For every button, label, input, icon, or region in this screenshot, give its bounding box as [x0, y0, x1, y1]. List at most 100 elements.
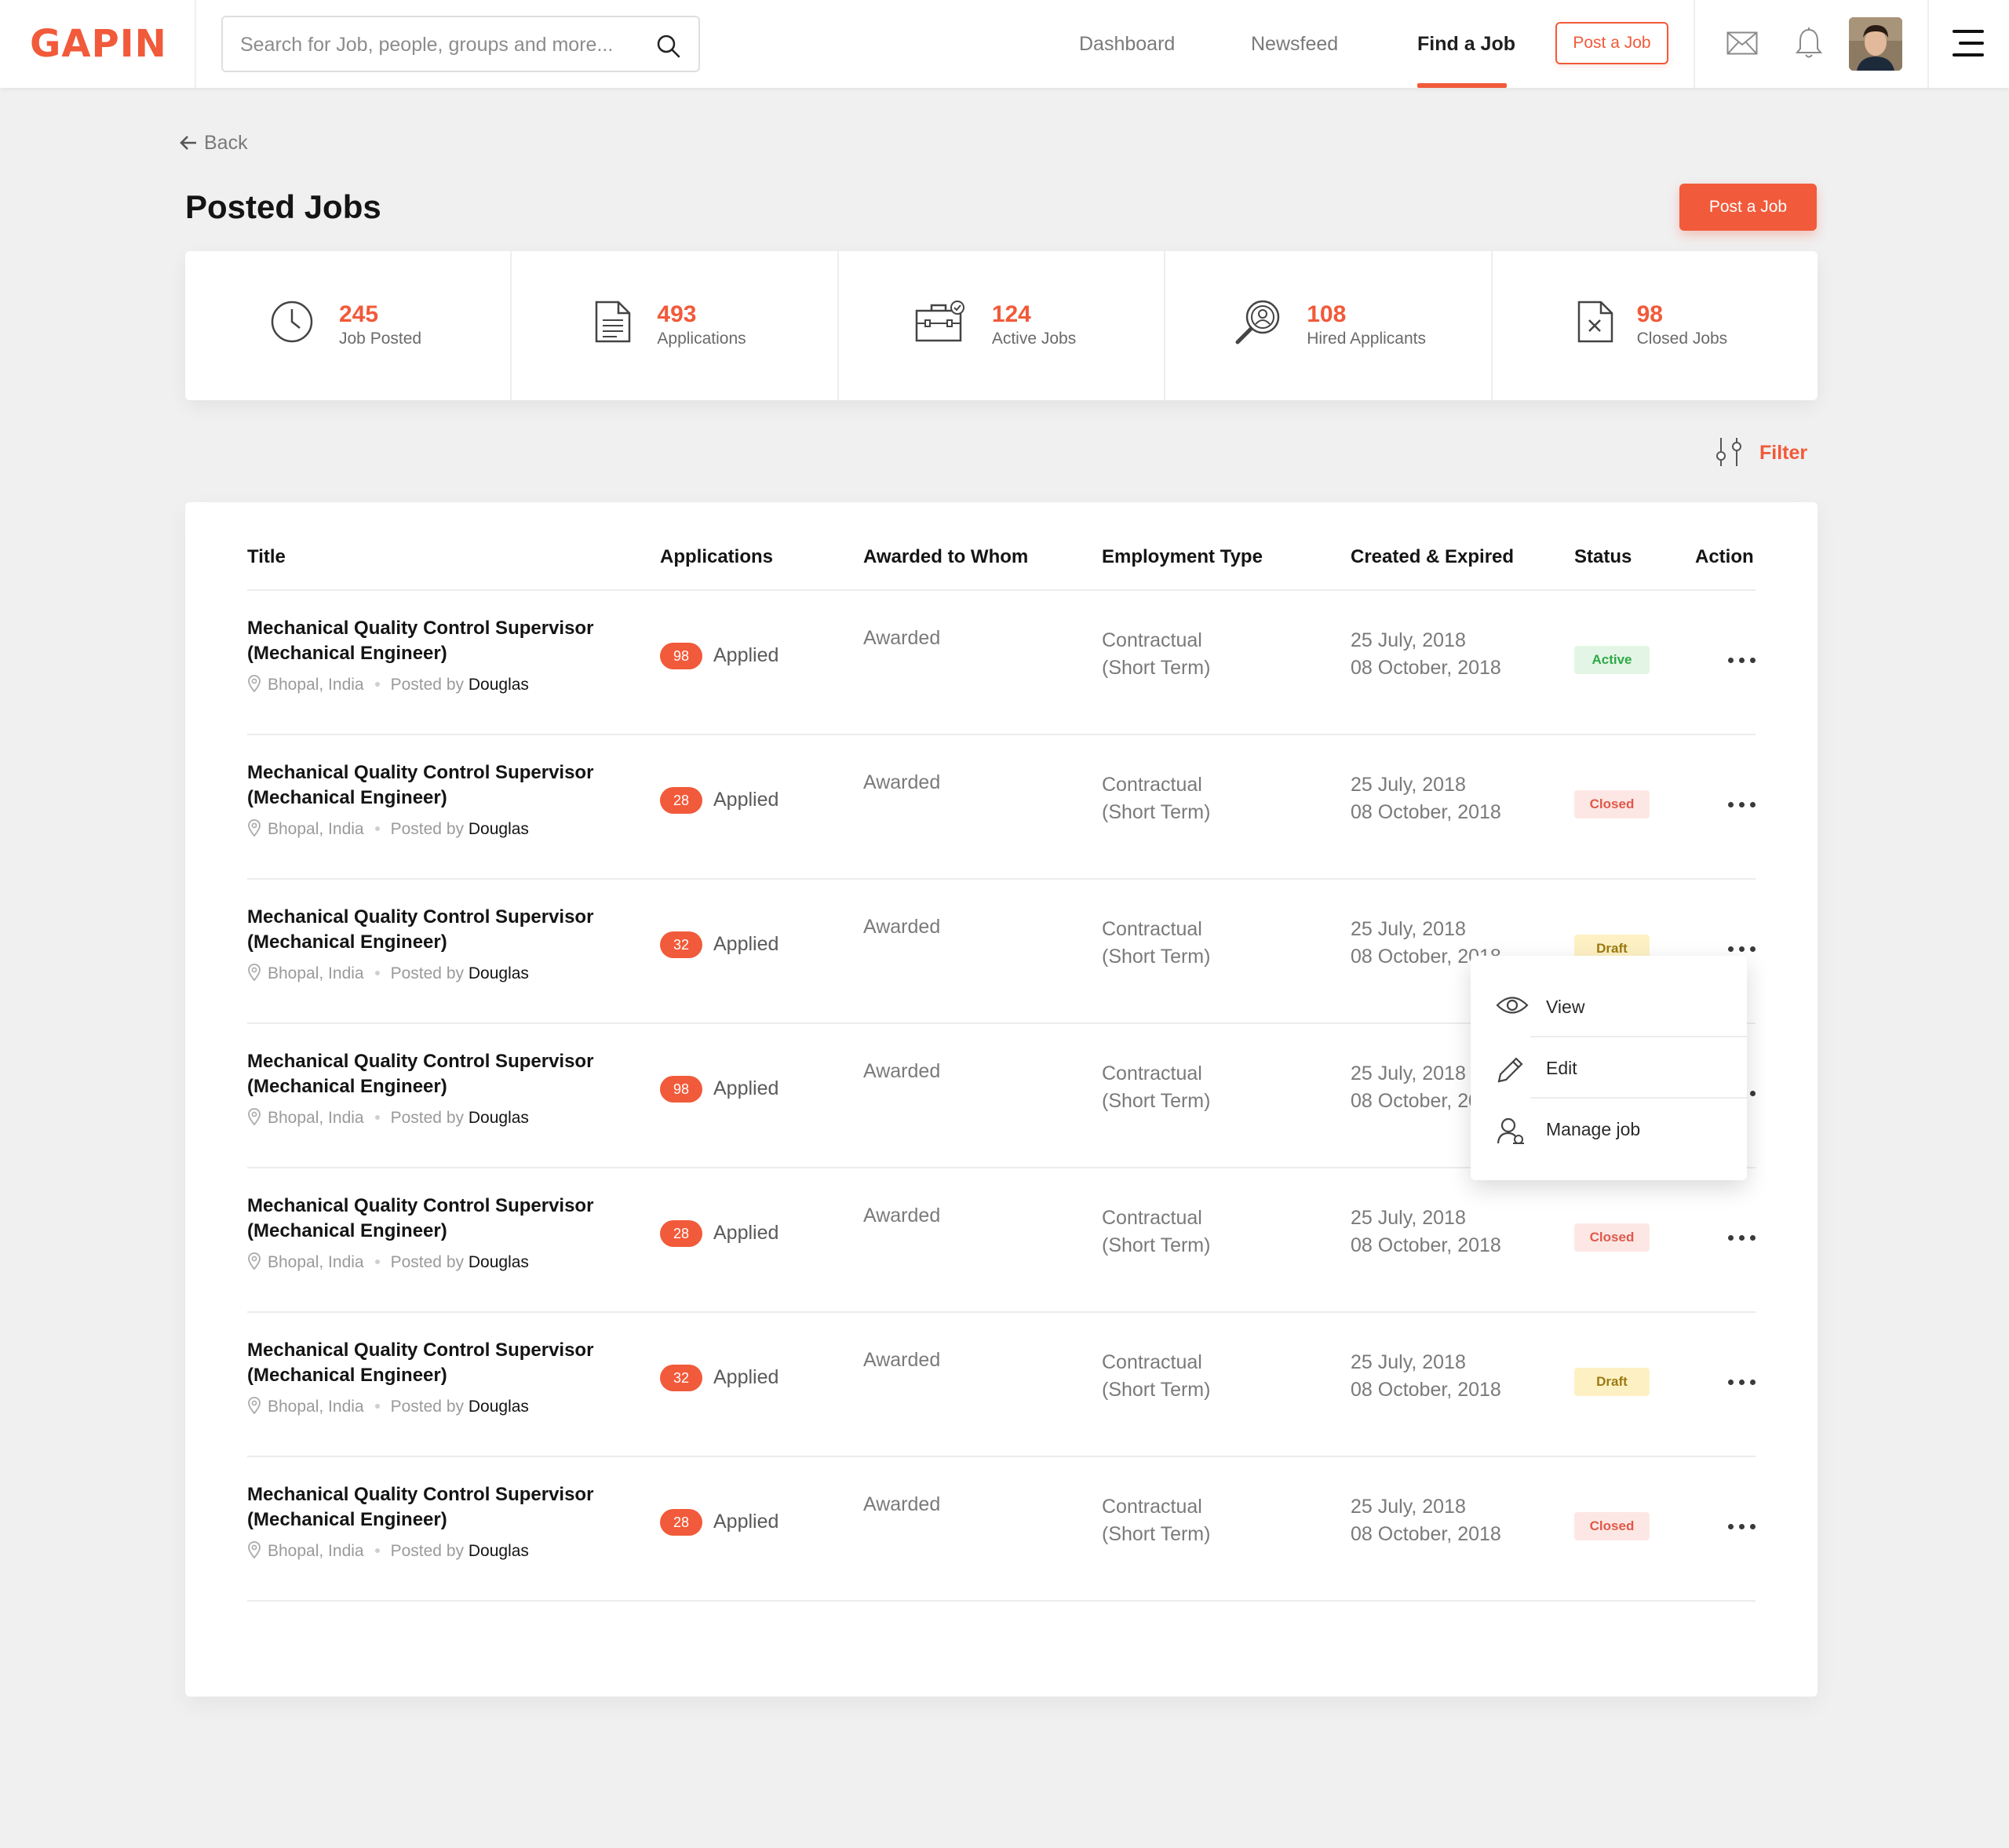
column-header-employment-type: Employment Type: [1102, 546, 1263, 567]
meta-separator: [374, 1548, 380, 1553]
employment-type-line2: (Short Term): [1102, 1234, 1211, 1256]
job-location: Bhopal, India: [268, 820, 364, 838]
avatar-image: [1849, 17, 1902, 71]
table-row[interactable]: Mechanical Quality Control Supervisor (M…: [185, 735, 1818, 880]
expired-date: 08 October, 2018: [1351, 1234, 1501, 1256]
meta-separator: [374, 1259, 380, 1264]
awarded-label: Awarded: [863, 627, 941, 649]
job-meta: Bhopal, India Posted by Douglas: [247, 963, 529, 983]
avatar[interactable]: [1849, 17, 1902, 71]
menu-item-manage-job[interactable]: Manage job: [1471, 1099, 1747, 1160]
poster-name[interactable]: Douglas: [469, 1109, 529, 1127]
employment-type-line1: Contractual: [1102, 1351, 1202, 1373]
stat-label: Applications: [657, 330, 746, 348]
header-divider: [195, 0, 196, 88]
job-title[interactable]: Mechanical Quality Control Supervisor (M…: [247, 760, 608, 811]
stat-label: Closed Jobs: [1636, 330, 1728, 348]
mail-icon[interactable]: [1726, 31, 1758, 55]
created-date: 25 July, 2018: [1351, 1351, 1466, 1373]
status-badge: Closed: [1574, 790, 1650, 818]
poster-name[interactable]: Douglas: [469, 676, 529, 694]
table-row[interactable]: Mechanical Quality Control Supervisor (M…: [185, 1457, 1818, 1602]
job-dates: 25 July, 2018 08 October, 2018: [1351, 1349, 1501, 1404]
search-icon[interactable]: [654, 32, 681, 59]
posted-by-label: Posted by: [390, 1253, 465, 1271]
employment-type-line1: Contractual: [1102, 629, 1202, 651]
header-post-job-button[interactable]: Post a Job: [1555, 22, 1668, 64]
stats-panel: 245 Job Posted 493 Applications 124 Acti…: [185, 251, 1818, 400]
location-pin-icon: [248, 964, 261, 982]
stat-value: 98: [1636, 301, 1663, 327]
job-meta: Bhopal, India Posted by Douglas: [247, 1107, 529, 1128]
poster-name[interactable]: Douglas: [469, 964, 529, 982]
row-divider: [247, 1600, 1756, 1602]
nav-newsfeed[interactable]: Newsfeed: [1251, 33, 1338, 56]
more-actions-icon[interactable]: [1725, 1222, 1759, 1253]
applied-label: Applied: [713, 1511, 779, 1533]
logo[interactable]: GAPIN: [30, 22, 167, 66]
nav-find-a-job[interactable]: Find a Job: [1417, 33, 1515, 56]
location-pin-icon: [248, 675, 261, 693]
job-title[interactable]: Mechanical Quality Control Supervisor (M…: [247, 1194, 608, 1244]
briefcase-icon: [915, 301, 964, 342]
poster-name[interactable]: Douglas: [469, 1542, 529, 1560]
stat-value: 245: [339, 301, 379, 327]
job-title[interactable]: Mechanical Quality Control Supervisor (M…: [247, 905, 608, 955]
applied-label: Applied: [713, 1077, 779, 1099]
post-job-button[interactable]: Post a Job: [1679, 184, 1817, 231]
bell-icon[interactable]: [1795, 27, 1823, 60]
applications-count-badge: 28: [660, 1220, 702, 1247]
job-title[interactable]: Mechanical Quality Control Supervisor (M…: [247, 1338, 608, 1388]
applications-count-badge: 32: [660, 931, 702, 958]
employment-type-line1: Contractual: [1102, 774, 1202, 796]
employment-type-line1: Contractual: [1102, 918, 1202, 940]
hamburger-menu-icon[interactable]: [1952, 28, 1984, 58]
job-title[interactable]: Mechanical Quality Control Supervisor (M…: [247, 1049, 608, 1099]
job-title[interactable]: Mechanical Quality Control Supervisor (M…: [247, 1482, 608, 1533]
job-location: Bhopal, India: [268, 676, 364, 694]
employment-type: Contractual (Short Term): [1102, 1060, 1210, 1115]
poster-name[interactable]: Douglas: [469, 1253, 529, 1271]
more-actions-icon[interactable]: [1725, 1366, 1759, 1398]
location-pin-icon: [248, 1252, 261, 1270]
job-meta: Bhopal, India Posted by Douglas: [247, 674, 529, 694]
back-link[interactable]: Back: [179, 132, 248, 155]
menu-item-label: Manage job: [1546, 1119, 1641, 1139]
eye-icon: [1496, 997, 1529, 1014]
nav-dashboard[interactable]: Dashboard: [1079, 33, 1175, 56]
posted-by-label: Posted by: [390, 964, 465, 982]
status-badge: Active: [1574, 646, 1650, 674]
created-date: 25 July, 2018: [1351, 1207, 1466, 1229]
meta-separator: [374, 682, 380, 687]
top-header: GAPIN Dashboard Newsfeed Find a Job Post…: [0, 0, 2009, 88]
back-label: Back: [204, 132, 248, 154]
employment-type-line2: (Short Term): [1102, 1090, 1211, 1112]
more-actions-icon[interactable]: [1725, 644, 1759, 676]
awarded-label: Awarded: [863, 1493, 941, 1515]
employment-type: Contractual (Short Term): [1102, 1205, 1210, 1259]
table-row[interactable]: Mechanical Quality Control Supervisor (M…: [185, 1313, 1818, 1457]
awarded-label: Awarded: [863, 1349, 941, 1371]
search-input[interactable]: [240, 31, 633, 58]
job-meta: Bhopal, India Posted by Douglas: [247, 818, 529, 839]
search-person-icon: [1235, 300, 1280, 344]
poster-name[interactable]: Douglas: [469, 1398, 529, 1416]
more-actions-icon[interactable]: [1725, 1511, 1759, 1542]
column-header-action: Action: [1695, 546, 1754, 567]
stat-value: 493: [657, 301, 697, 327]
menu-item-view[interactable]: View: [1471, 976, 1747, 1037]
menu-item-edit[interactable]: Edit: [1471, 1037, 1747, 1099]
clock-icon: [271, 301, 313, 343]
stat-label: Hired Applicants: [1307, 330, 1426, 348]
more-actions-icon[interactable]: [1725, 789, 1759, 820]
table-row[interactable]: Mechanical Quality Control Supervisor (M…: [185, 1168, 1818, 1313]
pencil-icon: [1497, 1057, 1523, 1083]
location-pin-icon: [248, 1541, 261, 1559]
page-title: Posted Jobs: [185, 188, 381, 225]
table-row[interactable]: Mechanical Quality Control Supervisor (M…: [185, 591, 1818, 735]
employment-type: Contractual (Short Term): [1102, 916, 1210, 971]
poster-name[interactable]: Douglas: [469, 820, 529, 838]
job-title[interactable]: Mechanical Quality Control Supervisor (M…: [247, 616, 608, 666]
employment-type: Contractual (Short Term): [1102, 771, 1210, 826]
awarded-label: Awarded: [863, 1205, 941, 1227]
